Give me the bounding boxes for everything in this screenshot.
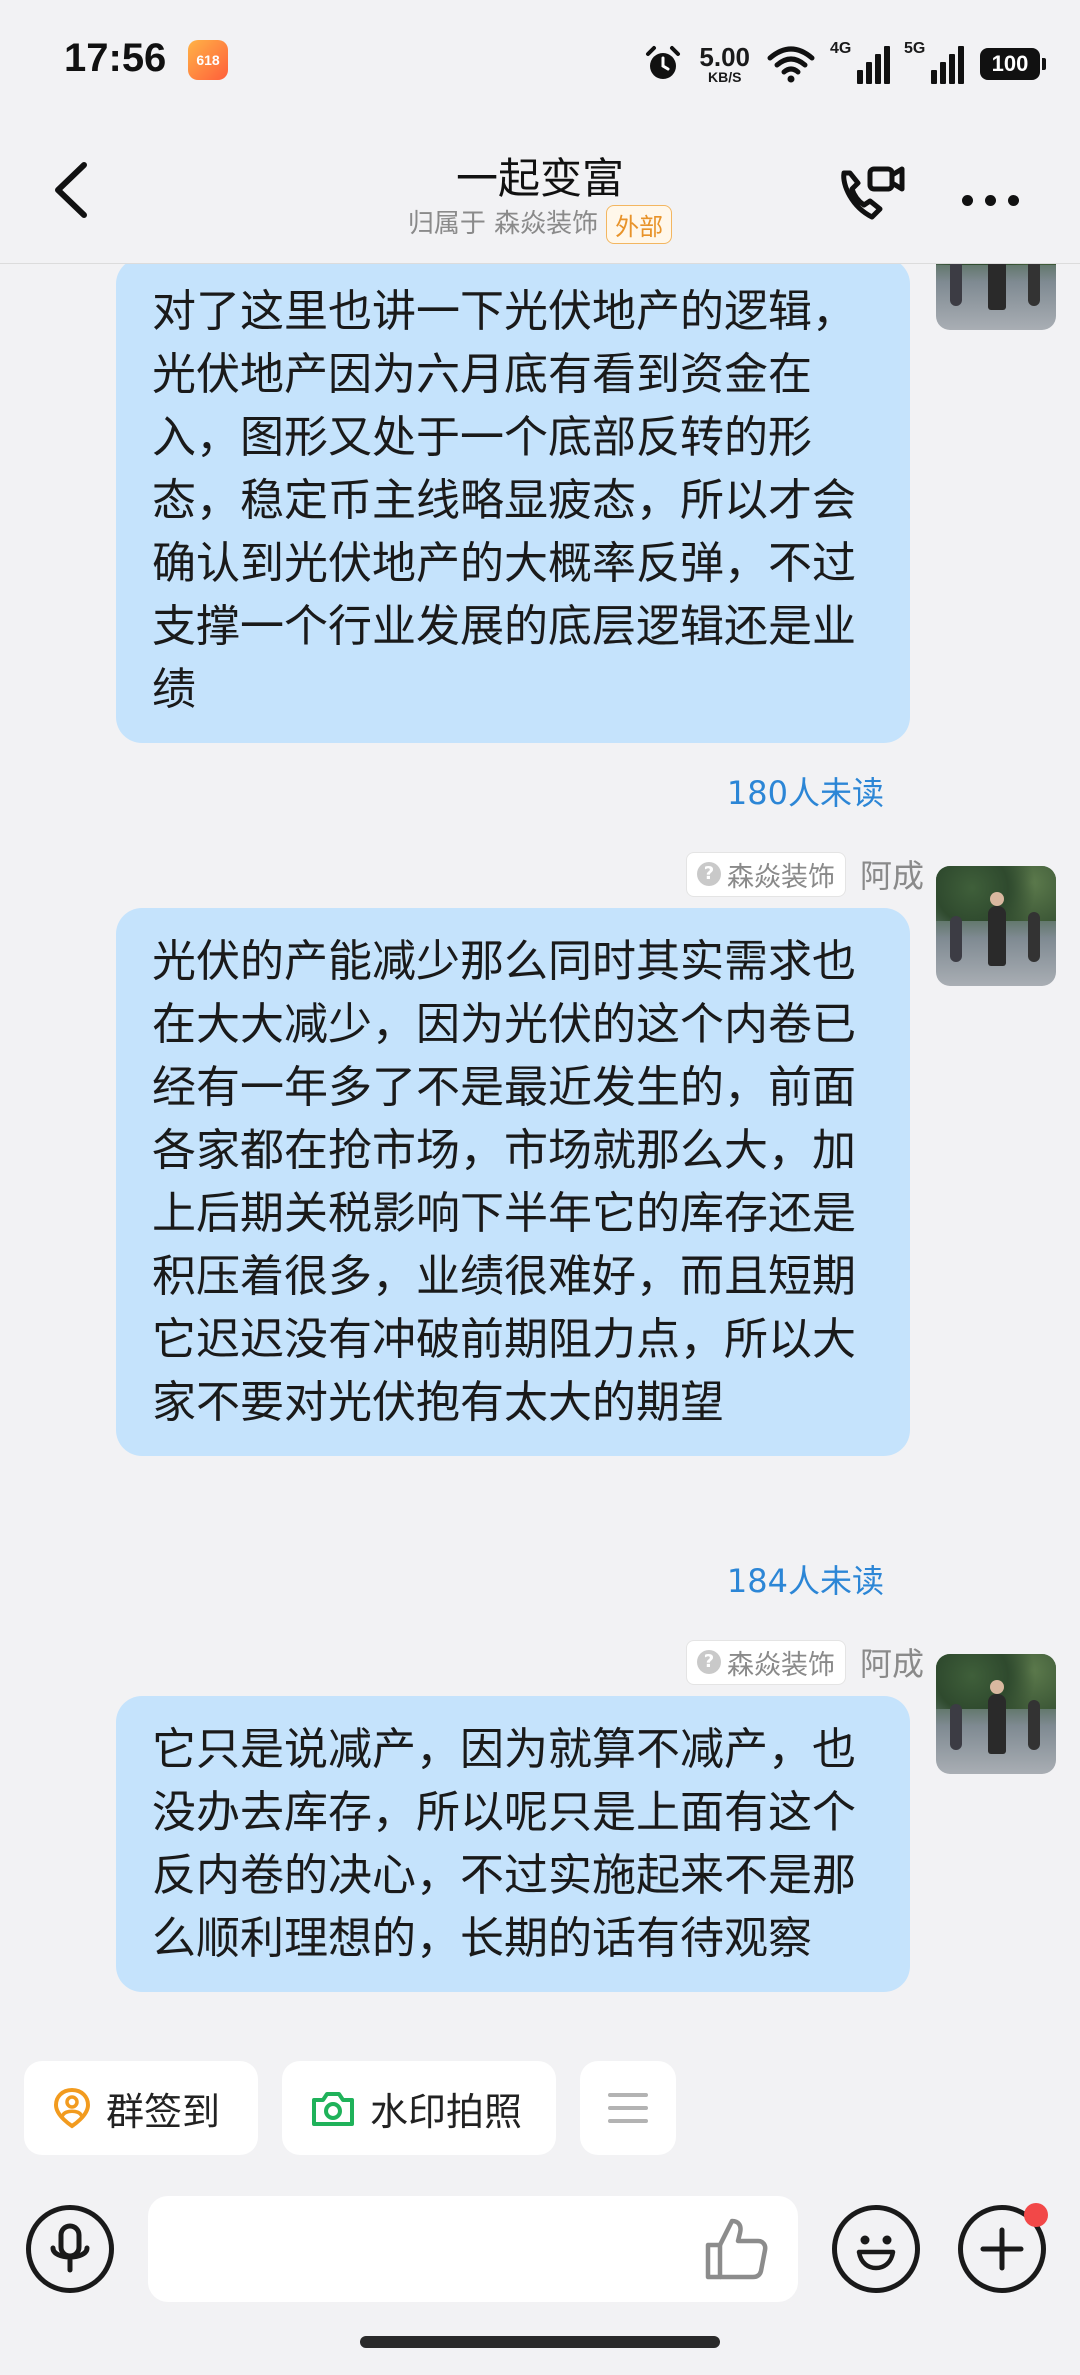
- sender-row: ? 森焱装饰 阿成: [685, 851, 924, 897]
- org-name: 森焱装饰: [726, 1649, 835, 1681]
- status-icons: 5.00 KB/S 4G 5G 100: [643, 34, 1046, 94]
- org-tag: ? 森焱装饰: [685, 1639, 846, 1685]
- sender-name[interactable]: 阿成: [860, 1639, 924, 1685]
- emoji-button[interactable]: [832, 2205, 920, 2293]
- phone-video-icon: [841, 166, 905, 220]
- app-notification-icon: 618: [188, 40, 228, 80]
- camera-icon: [312, 2092, 354, 2126]
- chat-owner-label: 归属于 森焱装饰: [407, 209, 599, 239]
- network-speed: 5.00 KB/S: [699, 44, 750, 84]
- message-text: 对了这里也讲一下光伏地产的逻辑，光伏地产因为六月底有看到资金在入，图形又处于一个…: [152, 286, 856, 715]
- question-icon: ?: [696, 1650, 721, 1674]
- more-dot-icon: [1007, 194, 1019, 206]
- like-button[interactable]: [700, 2213, 772, 2285]
- message-list[interactable]: 对了这里也讲一下光伏地产的逻辑，光伏地产因为六月底有看到资金在入，图形又处于一个…: [0, 264, 1080, 2039]
- sender-row: ? 森焱装饰 阿成: [685, 1639, 924, 1685]
- message-text: 它只是说减产，因为就算不减产，也没办去库存，所以呢只是上面有这个反内卷的决心，不…: [152, 1724, 856, 1964]
- voice-button[interactable]: [26, 2205, 114, 2293]
- org-name: 森焱装饰: [726, 861, 835, 893]
- question-icon: ?: [696, 862, 721, 886]
- home-indicator[interactable]: [360, 2336, 720, 2348]
- wifi-icon: [767, 46, 815, 83]
- smile-icon: [856, 2235, 896, 2271]
- location-person-icon: [53, 2087, 91, 2129]
- network-speed-unit: KB/S: [707, 69, 742, 85]
- signal-5g-icon: 5G: [904, 40, 964, 84]
- battery-icon: 100: [980, 48, 1046, 80]
- chat-subtitle: 归属于 森焱装饰 外部: [0, 203, 1080, 244]
- notification-dot: [1024, 2203, 1048, 2227]
- checkin-label: 群签到: [106, 2089, 221, 2134]
- message-bubble[interactable]: 光伏的产能减少那么同时其实需求也在大大减少，因为光伏的这个内卷已经有一年多了不是…: [116, 908, 910, 1456]
- message-bubble[interactable]: 对了这里也讲一下光伏地产的逻辑，光伏地产因为六月底有看到资金在入，图形又处于一个…: [116, 264, 910, 743]
- more-options-button[interactable]: [950, 185, 1030, 215]
- status-time: 17:56: [64, 36, 167, 80]
- menu-icon: [608, 2093, 648, 2123]
- more-quick-actions-button[interactable]: [580, 2061, 676, 2155]
- alarm-icon: [646, 46, 681, 79]
- signal-4g-icon: 4G: [830, 40, 890, 84]
- signal-5g-label: 5G: [904, 40, 926, 57]
- watermark-photo-button[interactable]: 水印拍照: [282, 2061, 556, 2155]
- quick-actions-bar: 群签到 水印拍照: [0, 2039, 1080, 2179]
- sender-avatar[interactable]: [936, 866, 1056, 986]
- microphone-icon: [50, 2223, 90, 2273]
- status-bar: 17:56 618 5.00 KB/S 4G 5G 100: [0, 0, 1080, 125]
- checkin-button[interactable]: 群签到: [24, 2061, 258, 2155]
- more-dot-icon: [961, 194, 973, 206]
- org-tag: ? 森焱装饰: [685, 851, 846, 897]
- watermark-photo-label: 水印拍照: [370, 2089, 523, 2134]
- thumbs-up-icon: [705, 2218, 768, 2280]
- chat-title[interactable]: 一起变富: [0, 145, 1080, 206]
- read-status[interactable]: 184人未读: [727, 1556, 884, 1602]
- message-bubble[interactable]: 它只是说减产，因为就算不减产，也没办去库存，所以呢只是上面有这个反内卷的决心，不…: [116, 1696, 910, 1992]
- sender-avatar[interactable]: [936, 1654, 1056, 1774]
- signal-4g-label: 4G: [830, 40, 852, 57]
- read-status[interactable]: 180人未读: [727, 768, 884, 814]
- sender-avatar[interactable]: [936, 264, 1056, 330]
- chat-header: 一起变富 归属于 森焱装饰 外部: [0, 125, 1080, 264]
- network-speed-value: 5.00: [699, 42, 750, 72]
- external-tag: 外部: [606, 205, 673, 244]
- call-button[interactable]: [830, 155, 910, 235]
- more-dot-icon: [984, 194, 996, 206]
- message-text: 光伏的产能减少那么同时其实需求也在大大减少，因为光伏的这个内卷已经有一年多了不是…: [152, 936, 856, 1428]
- sender-name[interactable]: 阿成: [860, 851, 924, 897]
